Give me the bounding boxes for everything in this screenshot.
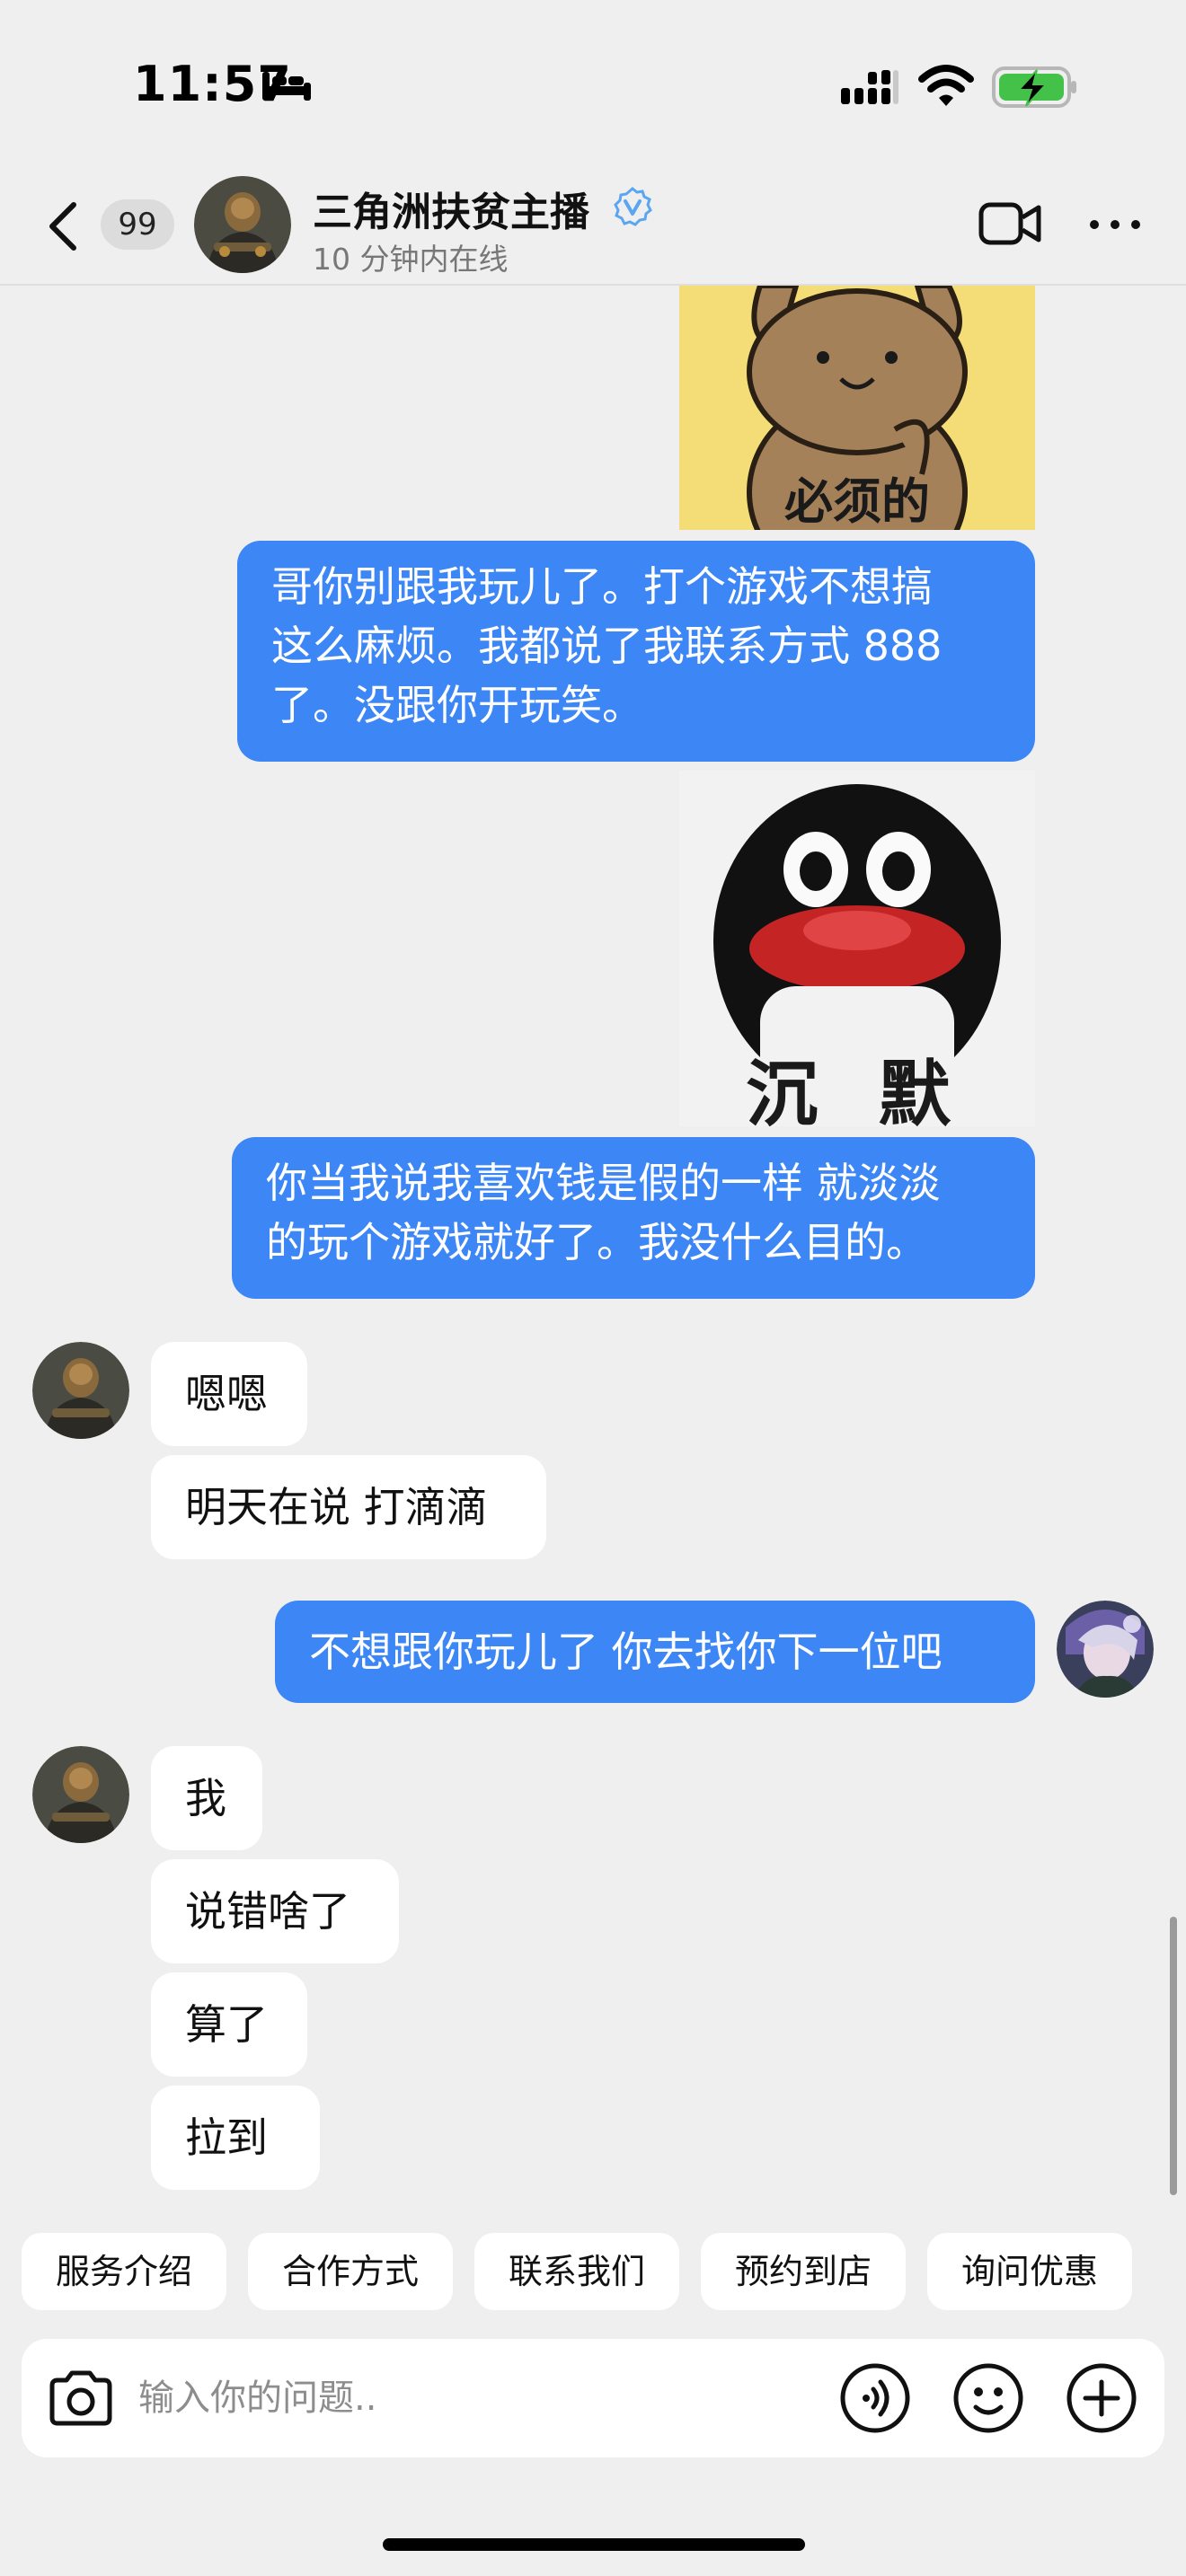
contact-avatar[interactable] [32, 1746, 129, 1843]
voice-input-icon[interactable] [839, 2362, 911, 2434]
outgoing-message[interactable]: 不想跟你玩儿了 你去找你下一位吧 [275, 1601, 1035, 1703]
camera-icon[interactable] [45, 2364, 117, 2432]
chat-scrollbar[interactable] [1170, 1917, 1177, 2195]
user-avatar[interactable] [1057, 1601, 1154, 1698]
quick-reply-ask-discount[interactable]: 询问优惠 [927, 2233, 1132, 2310]
quick-reply-contact-us[interactable]: 联系我们 [474, 2233, 679, 2310]
message-input[interactable] [138, 2368, 803, 2429]
unread-count-badge[interactable]: 99 [101, 199, 174, 250]
sticker-penguin[interactable]: 沉 默 [679, 771, 1035, 1126]
message-text-line: 不想跟你玩儿了 你去找你下一位吧 [309, 1628, 943, 1676]
sleep-focus-icon [262, 72, 311, 101]
contact-avatar[interactable] [194, 176, 291, 273]
incoming-message[interactable]: 我 [151, 1746, 262, 1850]
add-attachment-icon[interactable] [1066, 2362, 1137, 2434]
home-indicator[interactable] [383, 2538, 805, 2551]
incoming-message[interactable]: 嗯嗯 [151, 1342, 307, 1446]
contact-name[interactable]: 三角洲扶贫主播 [313, 180, 589, 237]
emoji-icon[interactable] [952, 2362, 1024, 2434]
message-text-line: 你当我说我喜欢钱是假的一样 就淡淡 [266, 1159, 941, 1207]
incoming-message[interactable]: 拉到 [151, 2086, 320, 2190]
cellular-signal-icon [841, 70, 898, 104]
message-text-line: 哥你别跟我玩儿了。打个游戏不想搞 [271, 562, 933, 611]
quick-reply-service-intro[interactable]: 服务介绍 [22, 2233, 226, 2310]
battery-charging-icon [992, 66, 1076, 108]
message-text-line: 的玩个游戏就好了。我没什么目的。 [266, 1218, 927, 1266]
quick-reply-cooperation[interactable]: 合作方式 [248, 2233, 453, 2310]
sticker-bunny[interactable]: 必须的 [679, 286, 1035, 530]
incoming-message[interactable]: 明天在说 打滴滴 [151, 1455, 546, 1559]
video-call-icon[interactable] [978, 199, 1042, 248]
wifi-icon [918, 65, 974, 106]
incoming-message[interactable]: 说错啥了 [151, 1859, 399, 1963]
contact-avatar[interactable] [32, 1342, 129, 1439]
back-icon[interactable] [43, 199, 83, 253]
incoming-message[interactable]: 算了 [151, 1972, 307, 2077]
more-options-icon[interactable] [1087, 212, 1143, 237]
message-text-line: 了。没跟你开玩笑。 [271, 681, 643, 729]
sticker-bunny-caption: 必须的 [784, 473, 930, 530]
verified-badge-icon [614, 187, 652, 226]
outgoing-message[interactable]: 你当我说我喜欢钱是假的一样 就淡淡 的玩个游戏就好了。我没什么目的。 [232, 1137, 1035, 1299]
contact-online-status: 10 分钟内在线 [313, 242, 509, 277]
sticker-penguin-caption: 沉 默 [746, 1053, 969, 1126]
outgoing-message[interactable]: 哥你别跟我玩儿了。打个游戏不想搞 这么麻烦。我都说了我联系方式 888 了。没跟… [237, 541, 1035, 762]
quick-reply-book-visit[interactable]: 预约到店 [701, 2233, 906, 2310]
message-text-line: 这么麻烦。我都说了我联系方式 888 [271, 622, 943, 670]
